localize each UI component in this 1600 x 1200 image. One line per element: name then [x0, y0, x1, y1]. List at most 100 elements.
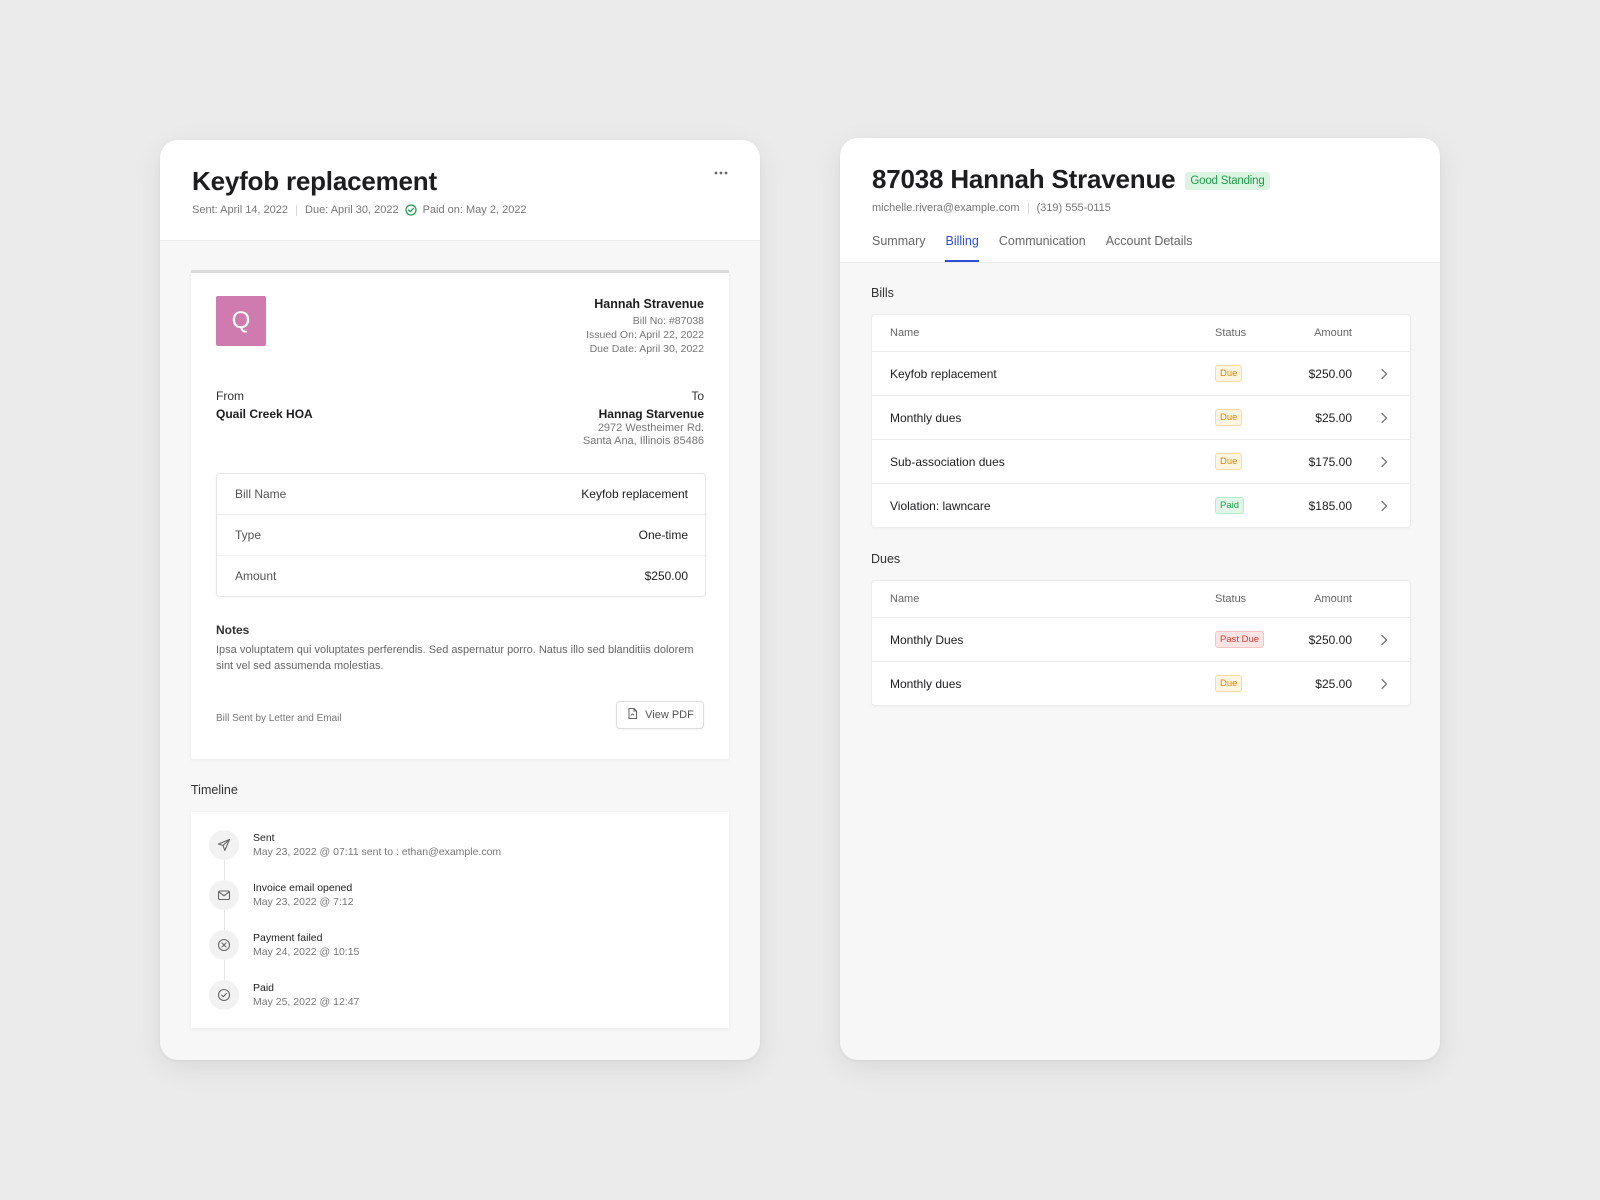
timeline-connector: [224, 852, 225, 992]
table-header: Name Status Amount: [872, 581, 1410, 617]
paid-date: Paid on: May 2, 2022: [422, 204, 527, 216]
table-row[interactable]: Monthly dues Due $25.00: [872, 661, 1410, 705]
detail-key: Bill Name: [235, 487, 287, 501]
logo-letter: Q: [231, 307, 251, 334]
table-row[interactable]: Violation: lawncare Paid $185.00: [872, 483, 1410, 527]
bill-details-table: Bill Name Keyfob replacement Type One-ti…: [216, 473, 706, 597]
table-row[interactable]: Sub-association dues Due $175.00: [872, 439, 1410, 483]
bill-meta: Hannah Stravenue Bill No: #87038 Issued …: [586, 297, 704, 355]
invoice-header: Keyfob replacement Sent: April 14, 2022 …: [160, 140, 760, 241]
to-block: To Hannag Starvenue 2972 Westheimer Rd. …: [583, 389, 704, 447]
due-name: Monthly dues: [890, 676, 962, 691]
detail-value: Keyfob replacement: [581, 487, 688, 501]
timeline-item: Payment failed May 24, 2022 @ 10:15: [209, 929, 359, 961]
bill-name: Monthly dues: [890, 410, 962, 425]
status-badge: Good Standing: [1185, 172, 1270, 190]
chevron-right-icon[interactable]: [1380, 678, 1390, 690]
timeline-item: Sent May 23, 2022 @ 07:11 sent to : etha…: [209, 829, 501, 861]
detail-key: Amount: [235, 569, 277, 583]
due-name: Monthly Dues: [890, 632, 964, 647]
to-address-line: 2972 Westheimer Rd.: [597, 422, 704, 434]
account-header: 87038 Hannah Stravenue Good Standing mich…: [840, 138, 1440, 263]
timeline-title: Timeline: [191, 783, 238, 797]
tab-communication[interactable]: Communication: [999, 234, 1086, 262]
timeline-item: Paid May 25, 2022 @ 12:47: [209, 979, 359, 1011]
detail-row: Type One-time: [217, 514, 705, 555]
chevron-right-icon[interactable]: [1380, 368, 1390, 380]
column-name: Name: [890, 593, 920, 605]
bill-number: Bill No: #87038: [632, 315, 704, 327]
invoice-document: Q Hannah Stravenue Bill No: #87038 Issue…: [191, 270, 729, 759]
tab-billing[interactable]: Billing: [945, 234, 979, 262]
bill-amount: $25.00: [1315, 410, 1352, 425]
mail-icon: [209, 880, 239, 910]
tab-summary[interactable]: Summary: [872, 234, 925, 262]
status-badge: Past Due: [1215, 631, 1265, 648]
chevron-right-icon[interactable]: [1380, 634, 1390, 646]
chevron-right-icon[interactable]: [1380, 456, 1390, 468]
status-badge: Due: [1215, 675, 1243, 692]
due-date: Due: April 30, 2022: [305, 204, 399, 216]
column-status: Status: [1215, 593, 1247, 605]
table-row[interactable]: Monthly dues Due $25.00: [872, 395, 1410, 439]
timeline: Sent May 23, 2022 @ 07:11 sent to : etha…: [191, 812, 729, 1028]
status-badge: Due: [1215, 365, 1243, 382]
invoice-card: Keyfob replacement Sent: April 14, 2022 …: [160, 140, 760, 1060]
from-label: From: [216, 389, 244, 403]
file-pdf-icon: [626, 707, 639, 723]
to-address-line: Santa Ana, Illinois 85486: [582, 435, 704, 447]
send-icon: [209, 830, 239, 860]
sent-by-text: Bill Sent by Letter and Email: [216, 713, 342, 724]
detail-row: Amount $250.00: [217, 555, 705, 596]
account-phone: (319) 555-0115: [1036, 202, 1111, 214]
tab-account-details[interactable]: Account Details: [1106, 234, 1193, 262]
sent-date: Sent: April 14, 2022: [192, 204, 289, 216]
bill-name: Violation: lawncare: [890, 498, 991, 513]
bill-name: Keyfob replacement: [890, 366, 997, 381]
detail-row: Bill Name Keyfob replacement: [217, 474, 705, 514]
column-amount: Amount: [1314, 327, 1352, 339]
notes-title: Notes: [216, 623, 250, 637]
timeline-item-title: Payment failed: [253, 932, 323, 944]
recipient-name: Hannah Stravenue: [594, 297, 704, 311]
issued-on: Issued On: April 22, 2022: [586, 329, 704, 341]
chevron-right-icon[interactable]: [1380, 412, 1390, 424]
timeline-item: Invoice email opened May 23, 2022 @ 7:12: [209, 879, 354, 911]
more-horizontal-icon[interactable]: [714, 166, 728, 175]
detail-value: $250.00: [644, 569, 688, 583]
bill-amount: $185.00: [1308, 498, 1352, 513]
view-pdf-button[interactable]: View PDF: [616, 701, 704, 729]
timeline-item-title: Invoice email opened: [253, 882, 353, 894]
view-pdf-label: View PDF: [645, 709, 694, 721]
bills-table: Name Status Amount Keyfob replacement Du…: [871, 314, 1411, 528]
table-row[interactable]: Keyfob replacement Due $250.00: [872, 351, 1410, 395]
table-header: Name Status Amount: [872, 315, 1410, 351]
timeline-item-detail: May 23, 2022 @ 7:12: [253, 896, 354, 908]
bill-amount: $250.00: [1308, 366, 1352, 381]
check-circle-icon: [404, 204, 417, 216]
bill-name: Sub-association dues: [890, 454, 1005, 469]
bill-due-date: Due Date: April 30, 2022: [589, 343, 704, 355]
to-label: To: [691, 389, 704, 403]
column-status: Status: [1215, 327, 1247, 339]
due-amount: $250.00: [1308, 632, 1352, 647]
timeline-item-title: Sent: [253, 832, 275, 844]
from-block: From Quail Creek HOA: [216, 389, 313, 421]
x-circle-icon: [209, 930, 239, 960]
dues-table: Name Status Amount Monthly Dues Past Due…: [871, 580, 1411, 706]
bills-title: Bills: [871, 286, 894, 300]
table-row[interactable]: Monthly Dues Past Due $250.00: [872, 617, 1410, 661]
hoa-logo: Q: [216, 296, 266, 346]
timeline-item-title: Paid: [253, 982, 275, 994]
tab-bar: Summary Billing Communication Account De…: [872, 234, 1193, 262]
detail-value: One-time: [638, 528, 688, 542]
notes-body: Ipsa voluptatem qui voluptates perferend…: [216, 644, 694, 672]
status-badge: Due: [1215, 409, 1243, 426]
divider: [296, 204, 298, 216]
from-name: Quail Creek HOA: [216, 407, 313, 421]
chevron-right-icon[interactable]: [1380, 500, 1390, 512]
to-name: Hannag Starvenue: [598, 407, 704, 421]
account-email: michelle.rivera@example.com: [872, 202, 1020, 214]
account-name: 87038 Hannah Stravenue: [872, 164, 1176, 194]
contact-info: michelle.rivera@example.com (319) 555-01…: [872, 202, 1408, 214]
